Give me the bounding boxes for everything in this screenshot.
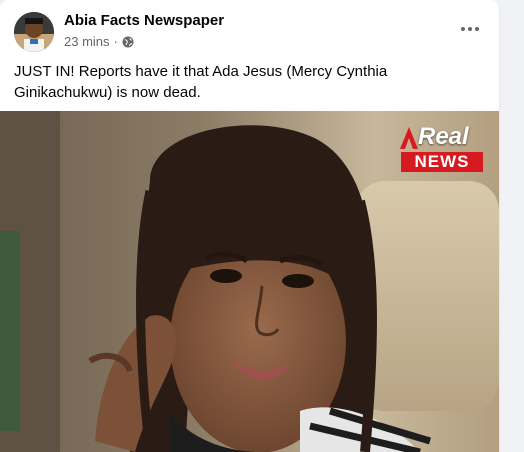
author-avatar[interactable] xyxy=(14,12,54,52)
post-time[interactable]: 23 mins xyxy=(64,34,110,49)
watermark-news-text: NEWS xyxy=(401,152,483,172)
post-card: Abia Facts Newspaper 23 mins · JUST IN! … xyxy=(0,0,499,452)
globe-icon[interactable] xyxy=(122,36,134,48)
post-meta: 23 mins · xyxy=(64,34,134,49)
more-dot xyxy=(475,27,479,31)
author-name[interactable]: Abia Facts Newspaper xyxy=(64,12,224,29)
meta-separator: · xyxy=(113,34,118,49)
avatar-image xyxy=(14,12,54,52)
watermark-real-text: Real xyxy=(418,123,469,150)
post-photo[interactable]: Real NEWS xyxy=(0,111,499,452)
post-text: JUST IN! Reports have it that Ada Jesus … xyxy=(14,63,388,101)
real-news-watermark: Real NEWS xyxy=(398,125,488,173)
more-horizontal-icon xyxy=(461,27,465,31)
more-options-button[interactable] xyxy=(455,14,485,44)
real-news-logo-icon xyxy=(400,127,418,149)
more-dot xyxy=(468,27,472,31)
post-header: Abia Facts Newspaper 23 mins · xyxy=(0,0,499,60)
